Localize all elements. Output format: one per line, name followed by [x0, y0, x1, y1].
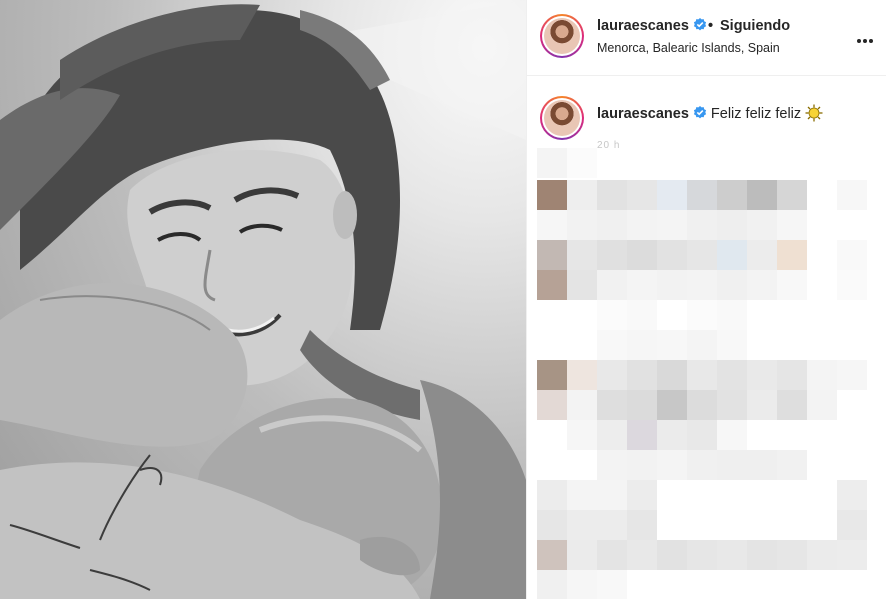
header-avatar[interactable]: [540, 14, 584, 58]
verified-badge-icon: [693, 18, 707, 31]
caption-avatar[interactable]: [540, 96, 584, 140]
post-photo[interactable]: [0, 0, 526, 599]
sun-emoji-icon: [805, 104, 823, 122]
header-username[interactable]: lauraescanes: [597, 18, 689, 34]
verified-badge-icon: [693, 106, 707, 119]
post-side-panel: lauraescanes • Siguiendo Menorca, Balear…: [526, 0, 886, 599]
caption-text: Feliz feliz feliz: [710, 106, 802, 122]
comments-area-blurred: [537, 148, 883, 599]
caption-username[interactable]: lauraescanes: [597, 106, 689, 122]
caption-line: lauraescanes Feliz feliz feliz: [597, 104, 823, 122]
header-separator: •: [708, 18, 714, 34]
three-dots-icon[interactable]: [857, 30, 877, 43]
header-username-row: lauraescanes: [597, 18, 707, 34]
post-header: lauraescanes • Siguiendo Menorca, Balear…: [527, 0, 886, 76]
instagram-post: lauraescanes • Siguiendo Menorca, Balear…: [0, 0, 886, 599]
following-button[interactable]: Siguiendo: [720, 18, 790, 34]
photo-illustration: [0, 0, 526, 599]
post-location[interactable]: Menorca, Balearic Islands, Spain: [597, 41, 780, 55]
